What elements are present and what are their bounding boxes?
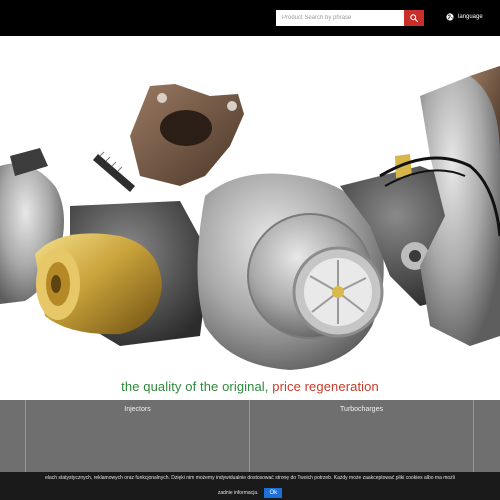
- search-button[interactable]: [404, 10, 424, 26]
- category-item-turbocharges[interactable]: Turbocharges: [250, 400, 474, 472]
- slogan-quality: the quality of the original,: [121, 379, 269, 394]
- turbocharger-illustration: [0, 66, 500, 370]
- category-label: Injectors: [124, 406, 151, 413]
- cookie-more-info: zadnie informacja.: [217, 490, 259, 496]
- category-strip: Injectors Turbocharges: [0, 400, 500, 472]
- hero-banner: the quality of the original, price regen…: [0, 36, 500, 400]
- search-input[interactable]: [276, 10, 404, 26]
- search-icon: [410, 14, 418, 22]
- category-item-right[interactable]: [474, 400, 500, 472]
- language-selector[interactable]: language: [446, 13, 483, 21]
- category-label: Turbocharges: [340, 406, 383, 413]
- language-label: language: [458, 14, 483, 20]
- cookie-text: elach statystycznych, reklamowych oraz f…: [45, 475, 455, 481]
- category-item-left[interactable]: [0, 400, 26, 472]
- category-item-injectors[interactable]: Injectors: [26, 400, 250, 472]
- top-bar: language: [0, 0, 500, 36]
- globe-icon: [446, 13, 454, 21]
- slogan-price: price regeneration: [272, 379, 379, 394]
- cookie-ok-button[interactable]: Ok: [264, 488, 283, 498]
- cookie-banner: elach statystycznych, reklamowych oraz f…: [0, 472, 500, 500]
- hero-slogan: the quality of the original, price regen…: [0, 379, 500, 394]
